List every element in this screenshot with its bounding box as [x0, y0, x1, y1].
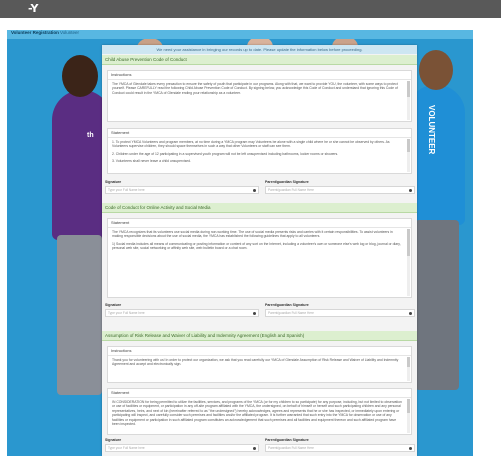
volunteer-head-right [419, 50, 453, 90]
shirt-text-right: VOLUNTEER [427, 105, 436, 155]
box-text: The YMCA of Glendale takes every precaut… [112, 82, 398, 95]
box-heading: Statement [108, 129, 411, 138]
signature-label: Signature [105, 180, 122, 184]
section-title: Child Abuse Prevention Code of Conduct [102, 55, 417, 65]
section-title: Code of Conduct for Online Activity and … [102, 203, 417, 213]
guardian-signature-label: Parent/guardian Signature [265, 180, 309, 184]
guardian-signature-label: Parent/guardian Signature [265, 303, 309, 307]
section-assumption-of-risk: Assumption of Risk Release and Waiver of… [102, 331, 417, 456]
guardian-signature-input[interactable]: Parent/guardian Full Name Here [265, 309, 415, 317]
box-text: IN CONSIDERATION for being permitted to … [112, 400, 402, 427]
box-text: The YMCA recognizes that its volunteers … [112, 230, 401, 251]
statement-box: Statement IN CONSIDERATION for being per… [107, 388, 412, 435]
shirt-text-left: th [87, 132, 94, 139]
breadcrumb: Volunteer Registration Volunteer [7, 30, 473, 39]
page-title: Volunteer Registration [11, 30, 59, 35]
required-dot-icon [409, 311, 412, 315]
signature-label: Signature [105, 303, 122, 307]
box-heading: Statement [108, 219, 411, 228]
instructions-box: Instructions Thank you for volunteering … [107, 346, 412, 383]
background-stage: VOLUNTEER th Volunteer Registration Volu… [7, 30, 473, 456]
required-dot-icon [253, 446, 256, 450]
page-subtitle: Volunteer [60, 30, 80, 35]
signature-input[interactable]: Type your Full Name here [105, 309, 259, 317]
signature-input[interactable]: Type your Full Name here [105, 186, 259, 194]
required-dot-icon [253, 311, 256, 315]
scrollbar[interactable] [407, 229, 410, 296]
guardian-signature-input[interactable]: Parent/guardian Full Name Here [265, 186, 415, 194]
required-dot-icon [409, 188, 412, 192]
scrollbar[interactable] [407, 81, 410, 120]
ymca-logo[interactable]: -Y [28, 2, 38, 15]
scrollbar[interactable] [407, 399, 410, 433]
guardian-signature-label: Parent/guardian Signature [265, 438, 309, 442]
signature-input[interactable]: Type your Full Name here [105, 444, 259, 452]
required-dot-icon [253, 188, 256, 192]
box-heading: Instructions [108, 347, 411, 356]
box-text: Thank you for volunteering with us! In o… [112, 358, 399, 367]
section-title: Assumption of Risk Release and Waiver of… [102, 331, 417, 341]
statement-box: Statement 1. To protect YMCA Volunteers … [107, 128, 412, 174]
registration-form: We need your assistance in bringing our … [102, 45, 417, 456]
required-dot-icon [409, 446, 412, 450]
box-heading: Statement [108, 389, 411, 398]
section-child-abuse-prevention: Child Abuse Prevention Code of Conduct I… [102, 55, 417, 200]
update-notice: We need your assistance in bringing our … [102, 45, 417, 54]
signature-label: Signature [105, 438, 122, 442]
guardian-signature-input[interactable]: Parent/guardian Full Name Here [265, 444, 415, 452]
section-online-conduct: Code of Conduct for Online Activity and … [102, 203, 417, 323]
top-bar: -Y [0, 0, 501, 18]
box-heading: Instructions [108, 71, 411, 80]
volunteer-head-left [62, 55, 98, 97]
volunteer-legs-left [57, 235, 102, 395]
scrollbar[interactable] [407, 357, 410, 381]
box-text: 1. To protect YMCA Volunteers and progra… [112, 140, 390, 164]
statement-box: Statement The YMCA recognizes that its v… [107, 218, 412, 298]
scrollbar[interactable] [407, 139, 410, 172]
volunteer-legs-right [415, 220, 459, 390]
instructions-box: Instructions The YMCA of Glendale takes … [107, 70, 412, 122]
